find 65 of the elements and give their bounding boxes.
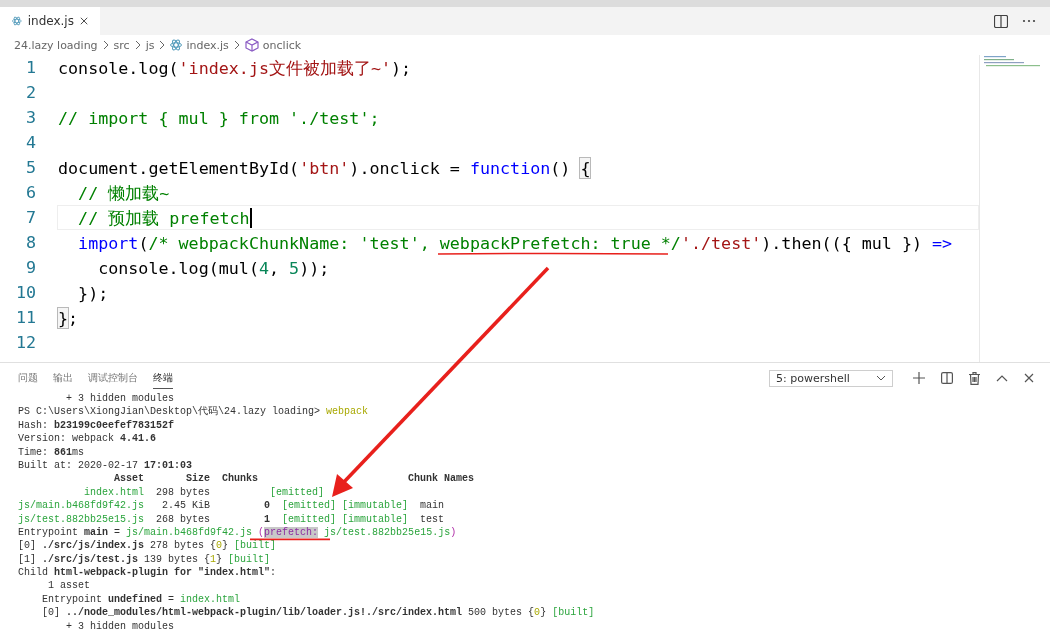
trash-icon[interactable] <box>969 371 980 385</box>
cube-icon <box>244 38 259 52</box>
line-number: 4 <box>24 131 37 154</box>
chevron-up-icon[interactable] <box>996 374 1008 382</box>
terminal-line: + 3 hidden modules <box>65 620 176 633</box>
terminal-line: [0] ../node_modules/html-webpack-plugin/lib/loader.js!./src/index.html 500 bytes {0} [built] <box>41 607 596 619</box>
terminal-line: + 3 hidden modules <box>65 393 176 405</box>
terminal-dropdown[interactable]: 5: powershell <box>769 369 893 387</box>
line-number: 5 <box>24 156 37 179</box>
chevron-right-icon <box>233 40 240 50</box>
atom-icon <box>12 15 22 27</box>
close-icon[interactable] <box>79 16 88 26</box>
terminal-line: [0] ./src/js/index.js 278 bytes {0} [built] <box>18 540 278 552</box>
editor-tab[interactable]: index.js <box>0 7 100 35</box>
breadcrumb-item[interactable]: index.js <box>170 38 229 52</box>
terminal-line: Time: 861ms <box>18 446 86 458</box>
terminal-line: js/main.b468fd9f42.js 2.45 KiB 0 [emitted] [immutable] main <box>18 500 446 512</box>
split-editor-icon[interactable] <box>994 14 1008 28</box>
chevron-right-icon <box>102 40 109 50</box>
line-number: 2 <box>24 81 37 104</box>
terminal-line: Entrypoint main = js/main.b468fd9f42.js (prefetch: js/test.882bb25e15.js) <box>18 526 458 539</box>
terminal-line: [1] ./src/js/test.js 139 bytes {1} [built] <box>18 553 272 566</box>
terminal-line: index.html 298 bytes [emitted] <box>83 486 326 499</box>
panel-tab[interactable]: 调试控制台 <box>88 367 138 389</box>
line-number: 8 <box>24 231 37 254</box>
split-icon[interactable] <box>941 372 953 384</box>
terminal-line: Hash: b23199c0eefef783152f <box>18 419 176 432</box>
breadcrumb-item[interactable]: js <box>145 38 155 52</box>
code-line: import(/* webpackChunkName: 'test', webpackPrefetch: true */'./test').then(({ mul }) => <box>77 232 953 253</box>
code-line: }); <box>77 282 109 303</box>
breadcrumb-item[interactable]: 24.lazy loading <box>14 38 98 52</box>
terminal-line: Version: webpack 4.41.6 <box>18 433 158 445</box>
breadcrumb-item[interactable]: src <box>113 38 130 52</box>
terminal-line: js/test.882bb25e15.js 268 bytes 1 [emitted] [immutable] test <box>18 513 446 525</box>
terminal-line: Built at: 2020-02-17 17:01:03 <box>18 459 194 472</box>
panel-tab[interactable]: 终端 <box>153 367 173 389</box>
terminal-line: PS C:\Users\XiongJian\Desktop\代码\24.lazy loading> webpack <box>18 406 370 418</box>
terminal-line: 1 asset <box>47 580 91 592</box>
plus-icon[interactable] <box>913 372 925 384</box>
line-number: 10 <box>14 281 37 304</box>
code-line: console.log(mul(4, 5)); <box>97 257 330 278</box>
close-icon[interactable] <box>1024 373 1034 383</box>
terminal-line: Entrypoint undefined = index.html <box>41 593 242 606</box>
terminal-line: Child html-webpack-plugin for "index.html": <box>18 567 278 579</box>
line-number: 11 <box>14 306 37 329</box>
line-number: 1 <box>24 56 37 79</box>
line-number: 9 <box>24 256 37 279</box>
code-line: // 懒加载~ <box>77 182 170 203</box>
code-line: // import { mul } from './test'; <box>58 107 380 128</box>
terminal-line: Asset Size Chunks Chunk Names <box>113 473 476 485</box>
line-number: 12 <box>14 331 37 354</box>
line-number: 7 <box>24 206 37 229</box>
panel-tab[interactable]: 输出 <box>53 367 73 389</box>
more-icon[interactable] <box>1022 19 1036 23</box>
breadcrumb-item[interactable]: onclick <box>244 38 302 52</box>
atom-icon <box>170 39 183 51</box>
chevron-down-icon <box>876 375 886 381</box>
line-number: 3 <box>24 106 37 129</box>
code-line: console.log('index.js文件被加载了~'); <box>58 57 412 78</box>
code-line: // 预加载 prefetch <box>77 207 252 228</box>
chevron-right-icon <box>159 40 166 50</box>
code-line: document.getElementById('btn').onclick = function() { <box>58 157 591 178</box>
chevron-right-icon <box>134 40 141 50</box>
panel-tab[interactable]: 问题 <box>18 367 38 389</box>
line-number: 6 <box>24 181 37 204</box>
